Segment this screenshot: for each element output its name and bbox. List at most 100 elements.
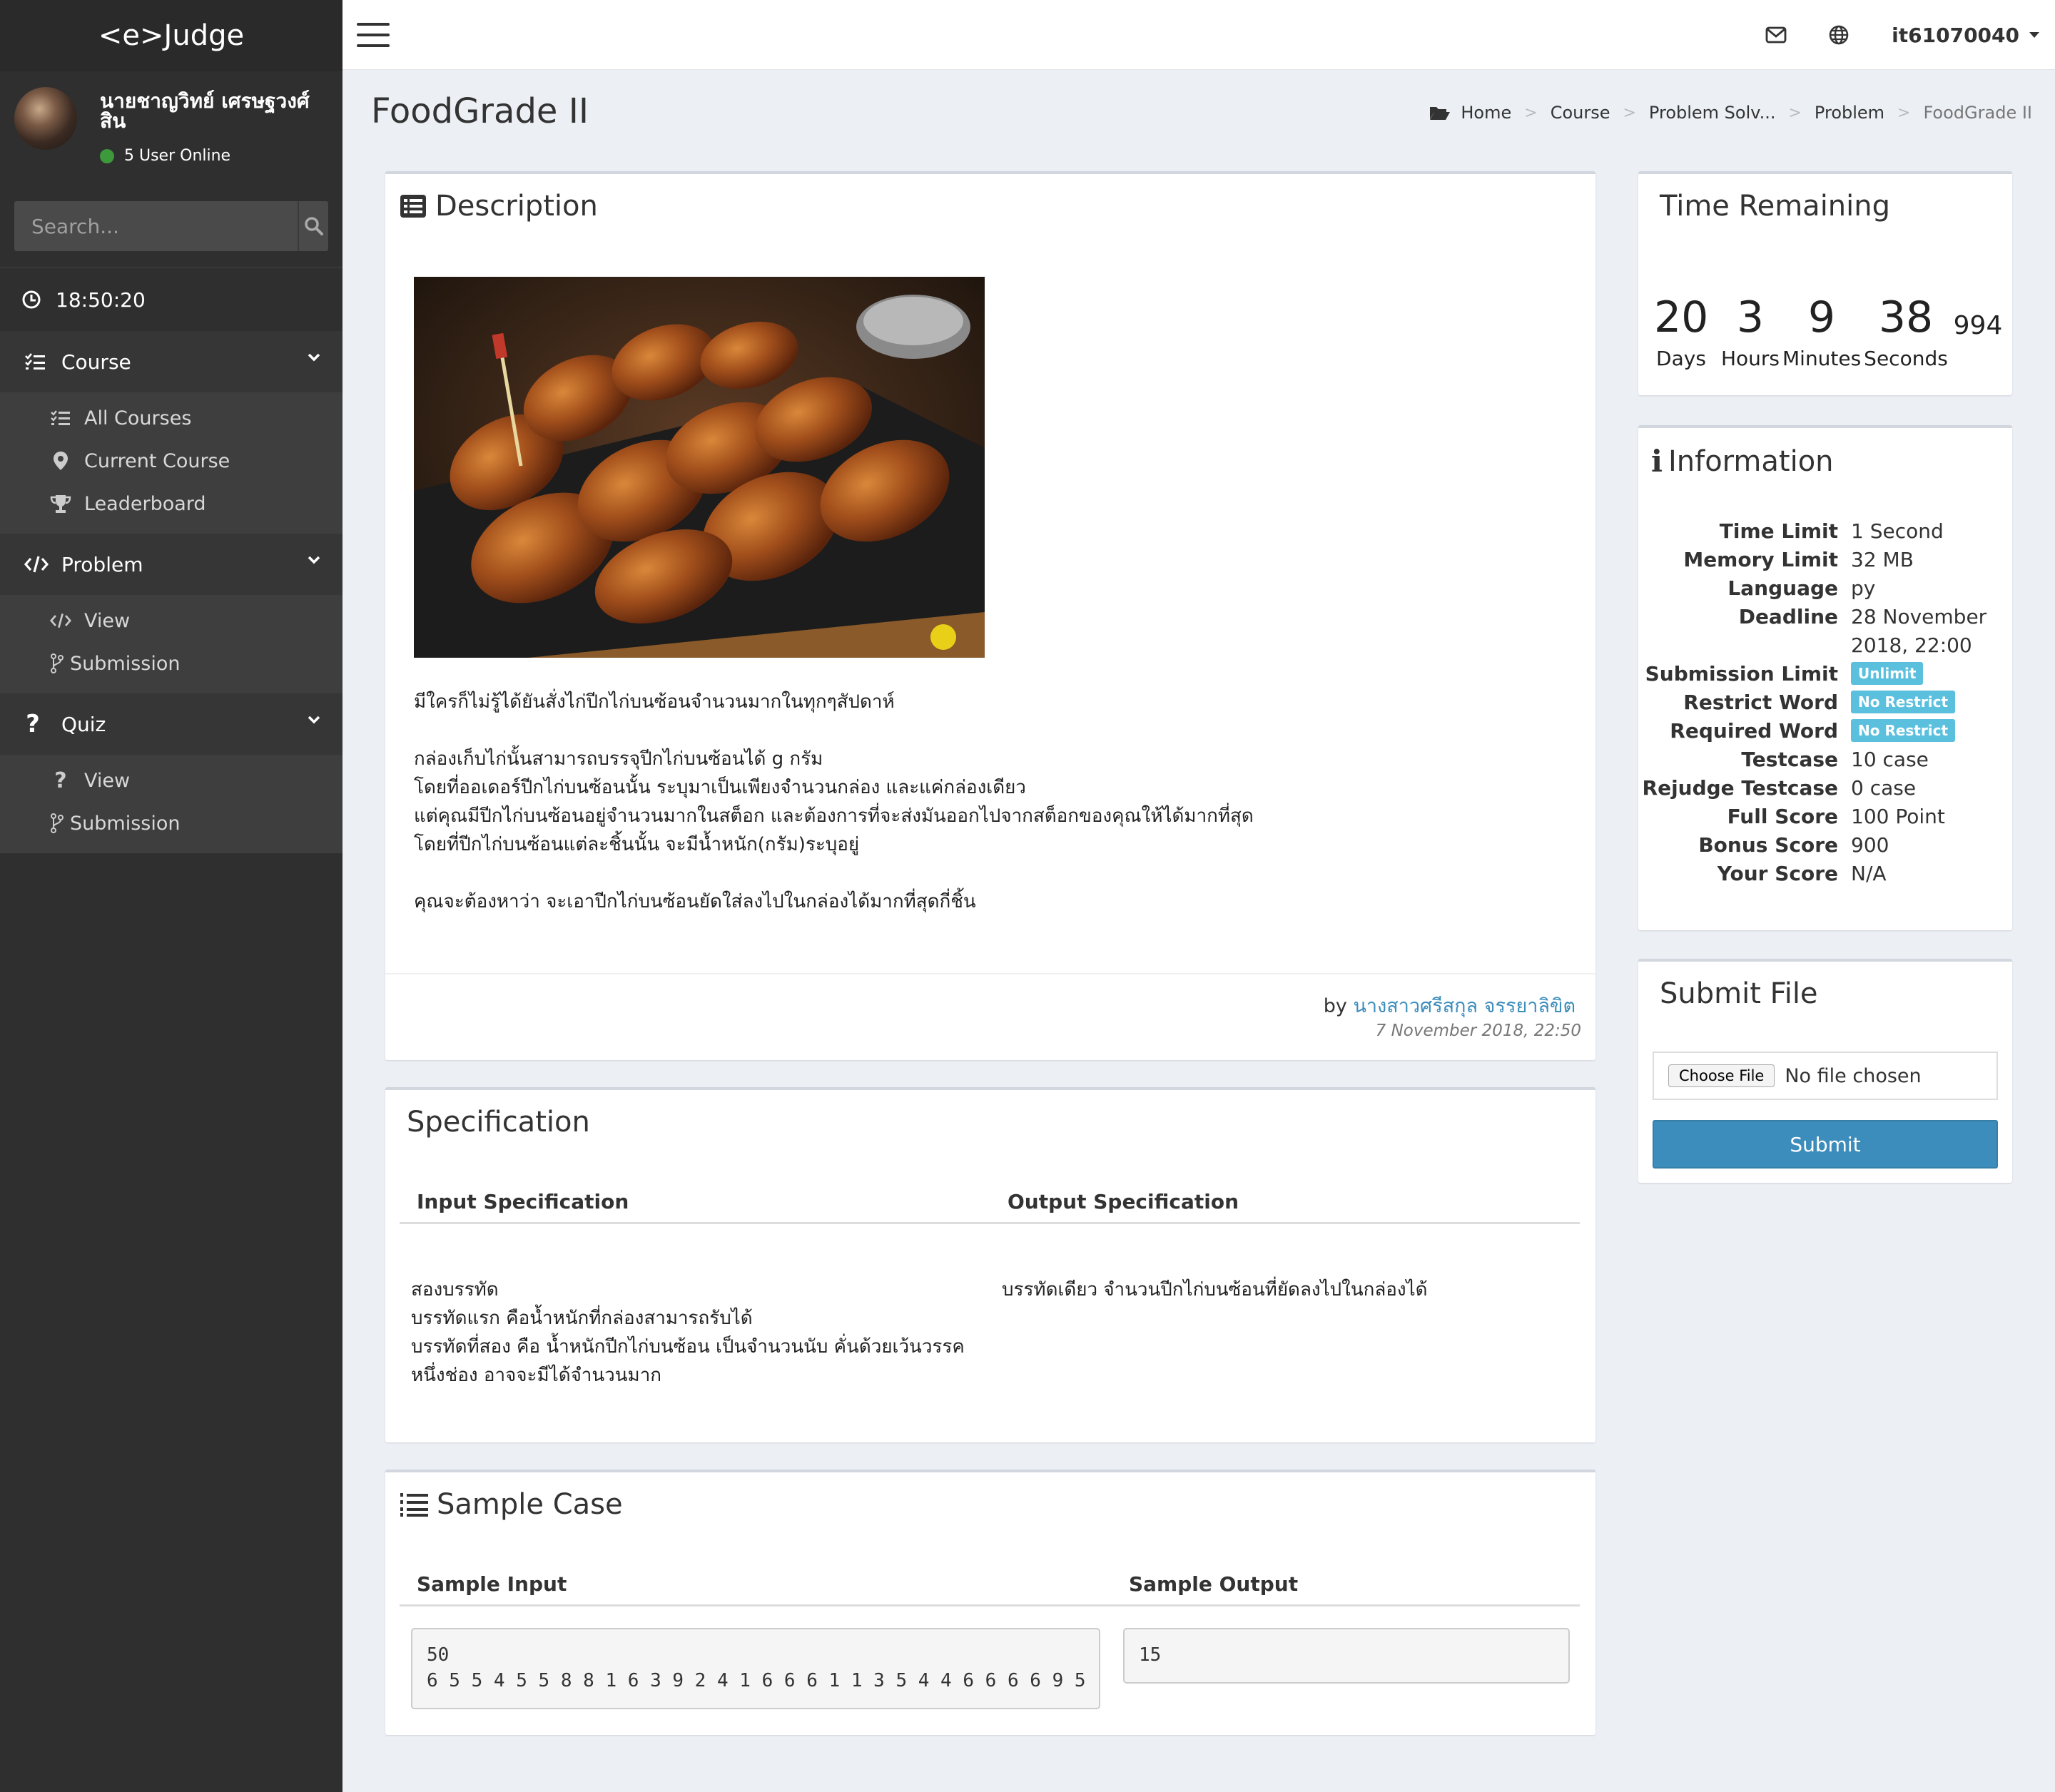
- breadcrumb-separator: >: [1897, 103, 1911, 122]
- user-name: นายชาญวิทย์ เศรษฐวงศ์สิน: [100, 89, 310, 133]
- info-key: Bonus Score: [1698, 833, 1838, 857]
- globe-icon: [1829, 25, 1849, 45]
- published-date: 7 November 2018, 22:50: [1375, 1022, 1581, 1040]
- info-key: Restrict Word: [1683, 691, 1838, 714]
- description-title: Description: [435, 190, 598, 223]
- sidebar-item-problem-submission[interactable]: Submission: [0, 642, 342, 685]
- sidebar: <e>Judge นายชาญวิทย์ เศรษฐวงศ์สิน 5 User…: [0, 0, 342, 1792]
- file-input[interactable]: Choose File No file chosen: [1653, 1052, 1998, 1100]
- menu-problem[interactable]: Problem: [0, 534, 342, 595]
- clock-icon: [22, 290, 41, 309]
- user-menu[interactable]: it61070040: [1870, 24, 2055, 47]
- info-value: py: [1851, 576, 1876, 600]
- menu-quiz[interactable]: ? Quiz: [0, 693, 342, 755]
- sidebar-item-leaderboard[interactable]: Leaderboard: [0, 482, 342, 525]
- menu-course-label: Course: [61, 350, 131, 374]
- list-icon: [51, 410, 70, 425]
- no-file-text: No file chosen: [1785, 1064, 1922, 1087]
- info-key: Your Score: [1717, 862, 1838, 885]
- countdown-days: 20 Days: [1654, 292, 1708, 370]
- breadcrumb: Home > Course > Problem Solv... > Proble…: [1429, 103, 2032, 123]
- topbar-icons: it61070040: [1745, 0, 2055, 70]
- countdown-minutes: 9 Minutes: [1782, 292, 1861, 370]
- breadcrumb-current: FoodGrade II: [1923, 103, 2032, 123]
- menu-quiz-label: Quiz: [61, 712, 106, 736]
- info-row-testcase: Testcase 10 case: [1638, 748, 2012, 776]
- information-title: Information: [1668, 444, 1834, 478]
- info-row-time-limit: Time Limit 1 Second: [1638, 519, 2012, 548]
- sample-table-header: Sample Input Sample Output: [400, 1565, 1580, 1607]
- by-label: by: [1323, 995, 1347, 1017]
- info-row-your-score: Your Score N/A: [1638, 862, 2012, 890]
- app-logo[interactable]: <e>Judge: [0, 0, 342, 71]
- time-remaining-title: Time Remaining: [1660, 190, 1891, 223]
- seconds-label: Seconds: [1864, 347, 1948, 370]
- info-row-required-word: Required Word No Restrict: [1638, 719, 2012, 748]
- info-row-deadline: Deadline 28 November 2018, 22:00: [1638, 605, 2012, 662]
- info-value: 10 case: [1851, 748, 1929, 771]
- sample-output-box[interactable]: 15: [1123, 1628, 1570, 1684]
- author-line: by นางสาวศรีสกุล จรรยาลิขิต: [1324, 990, 1576, 1021]
- sidebar-item-label: Submission: [70, 812, 181, 835]
- breadcrumb-problem[interactable]: Problem: [1815, 103, 1884, 123]
- submit-button[interactable]: Submit: [1653, 1120, 1998, 1169]
- description-text: มีใครก็ไม่รู้ได้ยันสั่งไก่ปีกไก่บนซ้อนจำ…: [414, 691, 1254, 912]
- search-button[interactable]: [298, 201, 328, 251]
- sample-input-box[interactable]: 50 6 5 5 4 5 5 8 8 1 6 3 9 2 4 1 6 6 6 1…: [411, 1628, 1100, 1709]
- menu-toggle-icon[interactable]: [357, 23, 390, 47]
- list-ol-icon: [400, 1493, 428, 1517]
- info-key: Deadline: [1738, 605, 1838, 628]
- clock-time: 18:50:20: [56, 287, 146, 312]
- question-icon: ?: [26, 710, 40, 738]
- online-dot-icon: [100, 148, 114, 163]
- seconds-value: 38: [1878, 292, 1934, 342]
- minutes-label: Minutes: [1782, 347, 1862, 370]
- sample-case-box: Sample Case Sample Input Sample Output 5…: [385, 1470, 1595, 1735]
- sidebar-item-quiz-view[interactable]: ? View: [0, 759, 342, 802]
- sidebar-item-label: View: [84, 769, 131, 792]
- breadcrumb-separator: >: [1623, 103, 1636, 122]
- breadcrumb-problem-solving[interactable]: Problem Solv...: [1649, 103, 1776, 123]
- list-alt-icon: [400, 195, 426, 218]
- sample-input-header: Sample Input: [417, 1572, 567, 1596]
- output-spec-text: บรรทัดเดียว จำนวนปีกไก่บนซ้อนที่ยัดลงไปใ…: [1002, 1279, 1428, 1300]
- code-fork-icon: [51, 813, 64, 833]
- info-row-language: Language py: [1638, 576, 2012, 605]
- info-value-line2: 2018, 22:00: [1851, 633, 1972, 657]
- description-box: Description มีใครก็ไม่รู้ได้ยันสั่งไก่ปี…: [385, 171, 1595, 1060]
- unlimit-badge: Unlimit: [1851, 662, 1924, 685]
- search-input[interactable]: [14, 201, 298, 251]
- info-value: 0 case: [1851, 776, 1917, 800]
- sidebar-item-problem-view[interactable]: View: [0, 599, 342, 642]
- sidebar-item-label: Leaderboard: [84, 492, 206, 515]
- sidebar-item-all-courses[interactable]: All Courses: [0, 397, 342, 439]
- choose-file-button[interactable]: Choose File: [1668, 1064, 1775, 1087]
- menu-course[interactable]: Course: [0, 331, 342, 392]
- author-link[interactable]: นางสาวศรีสกุล จรรยาลิขิต: [1353, 995, 1576, 1017]
- breadcrumb-separator: >: [1524, 103, 1538, 122]
- time-remaining-box: Time Remaining 20 Days 3 Hours 9 Minutes…: [1638, 171, 2012, 395]
- info-value: 900: [1851, 833, 1889, 857]
- countdown-hours: 3 Hours: [1718, 292, 1782, 370]
- sidebar-item-current-course[interactable]: Current Course: [0, 439, 342, 482]
- info-row-memory-limit: Memory Limit 32 MB: [1638, 548, 2012, 576]
- page-title: FoodGrade II: [371, 91, 589, 131]
- breadcrumb-course[interactable]: Course: [1551, 103, 1610, 123]
- messages-button[interactable]: [1745, 26, 1807, 44]
- info-key: Required Word: [1670, 719, 1838, 743]
- info-row-bonus-score: Bonus Score 900: [1638, 833, 2012, 862]
- no-restrict-badge: No Restrict: [1851, 719, 1956, 742]
- info-key: Language: [1727, 576, 1838, 600]
- info-key: Submission Limit: [1645, 662, 1838, 686]
- online-status: 5 User Online: [100, 147, 230, 165]
- sidebar-item-label: Current Course: [84, 449, 230, 472]
- sidebar-item-quiz-submission[interactable]: Submission: [0, 802, 342, 845]
- specification-title: Specification: [407, 1106, 590, 1139]
- clock: 18:50:20: [0, 267, 342, 331]
- quiz-submenu: ? View Submission: [0, 755, 342, 853]
- no-restrict-badge: No Restrict: [1851, 691, 1956, 713]
- language-button[interactable]: [1807, 25, 1870, 45]
- caret-down-icon: [2029, 32, 2039, 38]
- sidebar-menu: Course All Courses Current Course Leader…: [0, 331, 342, 853]
- breadcrumb-home[interactable]: Home: [1461, 103, 1511, 123]
